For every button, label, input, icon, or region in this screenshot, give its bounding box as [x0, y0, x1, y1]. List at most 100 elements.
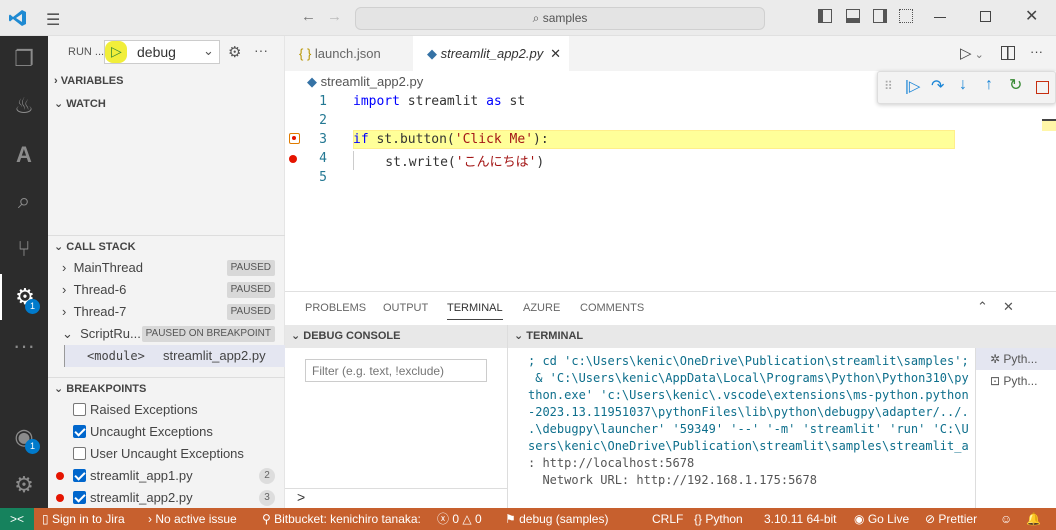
run-debug-icon[interactable]: ⚙ 1 — [0, 274, 48, 320]
stack-frame[interactable]: <module> streamlit_app2.py — [64, 345, 285, 367]
terminal-name: Pyth... — [1003, 352, 1038, 366]
tab-azure[interactable]: AZURE — [523, 302, 560, 314]
continue-icon[interactable]: |▷ — [905, 77, 920, 95]
watch-header[interactable]: ⌄ WATCH — [48, 93, 285, 115]
debug-config-select[interactable]: ▷ debug ⌄ — [104, 40, 220, 64]
code-text: ): — [533, 132, 549, 147]
go-live-button[interactable]: ◉ Go Live — [854, 508, 909, 530]
scrollbar-marker[interactable] — [1042, 119, 1056, 131]
settings-gear-icon[interactable]: ⚙ — [0, 462, 48, 508]
prettier-status[interactable]: ⊘ Prettier — [925, 508, 977, 530]
line-badge: 3 — [259, 490, 275, 506]
close-tab-icon[interactable]: ✕ — [550, 36, 561, 71]
thread-name: Thread-6 — [73, 282, 127, 297]
terminal-icon: ⊡ — [990, 374, 1001, 388]
step-out-icon[interactable]: ↑ — [985, 76, 993, 94]
checkbox[interactable] — [73, 469, 86, 482]
maximize-icon[interactable] — [980, 11, 991, 22]
terminal-item[interactable]: ✲ Pyth... — [976, 348, 1056, 370]
breakpoint-item[interactable]: streamlit_app2.py 3 — [48, 487, 285, 509]
toggle-panel-icon[interactable] — [846, 9, 860, 23]
breakpoint-item[interactable]: Uncaught Exceptions — [48, 421, 285, 443]
problems-status[interactable]: ⓧ 0 △ 0 — [437, 508, 482, 530]
breakpoint-label: User Uncaught Exceptions — [90, 446, 244, 461]
start-debugging-icon[interactable]: ▷ — [111, 43, 122, 60]
call-stack-header[interactable]: ⌄ CALL STACK — [48, 235, 285, 257]
thread-item[interactable]: ⌄ ScriptRu... PAUSED ON BREAKPOINT — [48, 323, 285, 345]
code-editor[interactable]: ◆ streamlit_app2.py 1 2 3 4 5 import str… — [285, 71, 1056, 291]
interpreter-status[interactable]: 3.10.11 64-bit — [764, 508, 837, 530]
more-actions-icon[interactable]: ··· — [1030, 44, 1043, 59]
more-actions-icon[interactable]: ··· — [254, 42, 268, 58]
search-icon[interactable]: ⌕ — [0, 178, 48, 224]
terminal-line: thon.exe' 'c:\Users\kenic\.vscode\extens… — [528, 388, 969, 402]
explorer-icon[interactable]: ❐ — [0, 36, 48, 82]
minimize-icon[interactable] — [934, 17, 946, 18]
customize-layout-icon[interactable] — [899, 9, 913, 23]
thread-item[interactable]: › Thread-6 PAUSED — [48, 279, 285, 301]
active-issue[interactable]: › No active issue — [148, 508, 237, 530]
tab-output[interactable]: OUTPUT — [383, 302, 428, 314]
tab-streamlit-app2[interactable]: ◆ streamlit_app2.py ✕ — [413, 36, 569, 71]
config-name: debug — [137, 44, 176, 60]
bitbucket-status[interactable]: ⚲ Bitbucket: kenichiro tanaka: — [262, 508, 421, 530]
gear-icon[interactable]: ⚙ — [228, 43, 241, 61]
account-icon[interactable]: ◉ 1 — [0, 414, 48, 460]
close-window-icon[interactable]: ✕ — [1025, 6, 1038, 26]
terminal-output[interactable]: ; cd 'c:\Users\kenic\OneDrive\Publicatio… — [528, 353, 969, 489]
toggle-sidebar-icon[interactable] — [818, 9, 832, 23]
tab-problems[interactable]: PROBLEMS — [305, 302, 366, 314]
language-status[interactable]: {} Python — [694, 508, 743, 530]
maximize-panel-icon[interactable]: ⌃ — [977, 299, 988, 315]
forward-icon[interactable]: → — [327, 8, 342, 25]
eol-status[interactable]: CRLF — [652, 508, 683, 530]
checkbox[interactable] — [73, 425, 86, 438]
lamp-icon[interactable]: ♨ — [0, 83, 48, 129]
code-text: streamlit — [399, 94, 487, 109]
frame-file: streamlit_app2.py — [163, 348, 266, 363]
debug-console-input[interactable]: > — [285, 488, 507, 509]
notifications-bell-icon[interactable]: 🔔 — [1026, 508, 1041, 530]
azure-icon[interactable]: A — [0, 132, 48, 178]
checkbox[interactable] — [73, 403, 86, 416]
tab-terminal[interactable]: TERMINAL — [447, 302, 503, 320]
toggle-secondary-sidebar-icon[interactable] — [873, 9, 887, 23]
keyword: import — [353, 94, 400, 109]
split-editor-icon[interactable] — [1001, 46, 1015, 60]
thread-item[interactable]: › Thread-7 PAUSED — [48, 301, 285, 323]
tab-comments[interactable]: COMMENTS — [580, 302, 644, 314]
back-icon[interactable]: ← — [301, 8, 316, 25]
terminal-line: ; cd 'c:\Users\kenic\OneDrive\Publicatio… — [528, 354, 969, 368]
source-control-icon[interactable]: ⑂ — [0, 226, 48, 272]
remote-button[interactable]: >< — [0, 508, 34, 530]
tab-launch-json[interactable]: { } launch.json — [285, 36, 413, 71]
drag-handle-icon[interactable]: ⠿ — [884, 79, 893, 93]
breadcrumb[interactable]: ◆ streamlit_app2.py — [307, 74, 423, 90]
checkbox[interactable] — [73, 447, 86, 460]
jira-signin[interactable]: ▯ Sign in to Jira — [42, 508, 125, 530]
thread-item[interactable]: › MainThread PAUSED — [48, 257, 285, 279]
debug-filter-input[interactable] — [305, 359, 487, 382]
stop-icon[interactable] — [1036, 81, 1049, 94]
run-file-icon[interactable]: ▷ ⌄ — [960, 44, 984, 62]
step-into-icon[interactable]: ↓ — [959, 76, 967, 94]
breakpoints-header[interactable]: ⌄ BREAKPOINTS — [48, 377, 285, 399]
debug-status[interactable]: ⚑ debug (samples) — [505, 508, 608, 530]
feedback-icon[interactable]: ☺ — [1000, 508, 1012, 530]
breakpoint-item[interactable]: Raised Exceptions — [48, 399, 285, 421]
debug-console-title: DEBUG CONSOLE — [303, 330, 401, 342]
variables-header[interactable]: › VARIABLES — [48, 70, 285, 92]
menu-icon[interactable]: ☰ — [46, 10, 60, 30]
checkbox[interactable] — [73, 491, 86, 504]
step-over-icon[interactable]: ↷ — [931, 76, 944, 96]
restart-icon[interactable]: ↻ — [1009, 75, 1022, 95]
command-center-search[interactable]: ⌕ samples — [355, 7, 765, 30]
debug-console-header[interactable]: ⌄ DEBUG CONSOLE — [285, 325, 507, 348]
status-text: debug (samples) — [519, 512, 609, 526]
more-icon[interactable]: ··· — [0, 323, 48, 369]
terminal-item[interactable]: ⊡ Pyth... — [976, 370, 1056, 392]
close-panel-icon[interactable]: ✕ — [1003, 299, 1014, 315]
breakpoint-item[interactable]: User Uncaught Exceptions — [48, 443, 285, 465]
breakpoint-item[interactable]: streamlit_app1.py 2 — [48, 465, 285, 487]
terminal-header[interactable]: ⌄ TERMINAL — [508, 325, 1056, 348]
